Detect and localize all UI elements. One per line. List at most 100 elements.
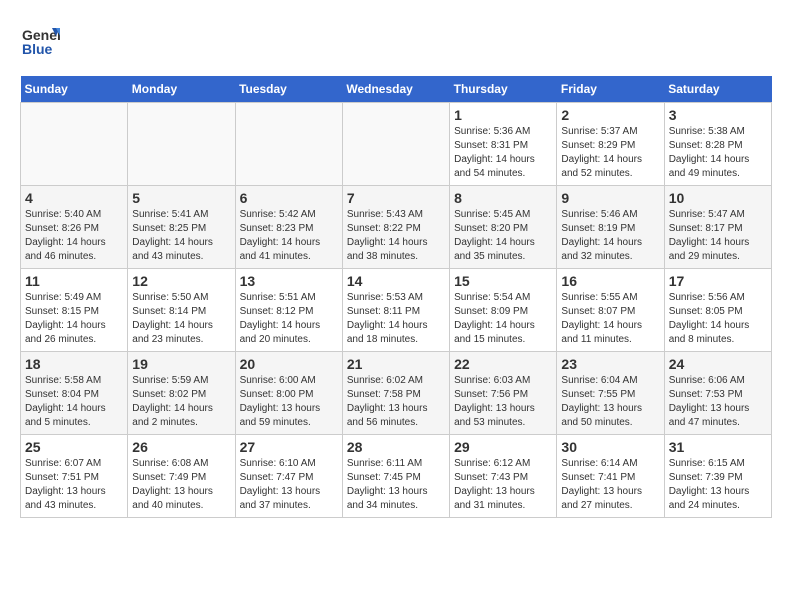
calendar-cell [235, 103, 342, 186]
day-info: Sunrise: 5:59 AM Sunset: 8:02 PM Dayligh… [132, 374, 230, 430]
calendar-cell: 5Sunrise: 5:41 AM Sunset: 8:25 PM Daylig… [128, 186, 235, 269]
day-number: 26 [132, 439, 230, 455]
weekday-header-wednesday: Wednesday [342, 76, 449, 103]
day-number: 6 [240, 190, 338, 206]
day-info: Sunrise: 5:55 AM Sunset: 8:07 PM Dayligh… [561, 291, 659, 347]
day-info: Sunrise: 5:51 AM Sunset: 8:12 PM Dayligh… [240, 291, 338, 347]
calendar-cell: 22 Sunrise: 6:03 AM Sunset: 7:56 PM Dayli… [450, 352, 557, 435]
day-info: Sunrise: 5:47 AM Sunset: 8:17 PM Dayligh… [669, 208, 767, 264]
calendar-cell: 10 Sunrise: 5:47 AM Sunset: 8:17 PM Dayli… [664, 186, 771, 269]
day-info: Sunrise: 5:38 AM Sunset: 8:28 PM Dayligh… [669, 125, 767, 181]
day-number: 2 [561, 107, 659, 123]
day-info: Sunrise: 5:40 AM Sunset: 8:26 PM Dayligh… [25, 208, 123, 264]
calendar-cell: 8 Sunrise: 5:45 AM Sunset: 8:20 PM Daylig… [450, 186, 557, 269]
day-info: Sunrise: 6:06 AM Sunset: 7:53 PM Dayligh… [669, 374, 767, 430]
calendar-cell: 27Sunrise: 6:10 AM Sunset: 7:47 PM Dayli… [235, 435, 342, 518]
day-info: Sunrise: 5:43 AM Sunset: 8:22 PM Dayligh… [347, 208, 445, 264]
day-info: Sunrise: 5:49 AM Sunset: 8:15 PM Dayligh… [25, 291, 123, 347]
day-number: 29 [454, 439, 552, 455]
calendar-cell: 24 Sunrise: 6:06 AM Sunset: 7:53 PM Dayli… [664, 352, 771, 435]
calendar-cell: 25Sunrise: 6:07 AM Sunset: 7:51 PM Dayli… [21, 435, 128, 518]
calendar-cell: 29 Sunrise: 6:12 AM Sunset: 7:43 PM Dayli… [450, 435, 557, 518]
day-number: 22 [454, 356, 552, 372]
day-info: Sunrise: 6:11 AM Sunset: 7:45 PM Dayligh… [347, 457, 445, 513]
day-number: 30 [561, 439, 659, 455]
calendar-week-4: 18Sunrise: 5:58 AM Sunset: 8:04 PM Dayli… [21, 352, 772, 435]
calendar-cell: 18Sunrise: 5:58 AM Sunset: 8:04 PM Dayli… [21, 352, 128, 435]
weekday-header-row: SundayMondayTuesdayWednesdayThursdayFrid… [21, 76, 772, 103]
calendar-cell: 20Sunrise: 6:00 AM Sunset: 8:00 PM Dayli… [235, 352, 342, 435]
calendar-cell: 15 Sunrise: 5:54 AM Sunset: 8:09 PM Dayli… [450, 269, 557, 352]
day-number: 28 [347, 439, 445, 455]
weekday-header-friday: Friday [557, 76, 664, 103]
calendar-cell [21, 103, 128, 186]
page-header: General Blue [20, 20, 772, 60]
day-number: 17 [669, 273, 767, 289]
weekday-header-tuesday: Tuesday [235, 76, 342, 103]
day-number: 5 [132, 190, 230, 206]
calendar-week-5: 25Sunrise: 6:07 AM Sunset: 7:51 PM Dayli… [21, 435, 772, 518]
calendar-body: 1 Sunrise: 5:36 AM Sunset: 8:31 PM Daylig… [21, 103, 772, 518]
day-info: Sunrise: 6:02 AM Sunset: 7:58 PM Dayligh… [347, 374, 445, 430]
calendar-week-2: 4Sunrise: 5:40 AM Sunset: 8:26 PM Daylig… [21, 186, 772, 269]
day-info: Sunrise: 5:53 AM Sunset: 8:11 PM Dayligh… [347, 291, 445, 347]
day-number: 15 [454, 273, 552, 289]
calendar-cell: 19 Sunrise: 5:59 AM Sunset: 8:02 PM Dayli… [128, 352, 235, 435]
logo-icon: General Blue [20, 20, 60, 60]
calendar-cell: 2 Sunrise: 5:37 AM Sunset: 8:29 PM Daylig… [557, 103, 664, 186]
weekday-header-monday: Monday [128, 76, 235, 103]
weekday-header-thursday: Thursday [450, 76, 557, 103]
day-number: 20 [240, 356, 338, 372]
calendar-cell: 13 Sunrise: 5:51 AM Sunset: 8:12 PM Dayli… [235, 269, 342, 352]
day-info: Sunrise: 5:58 AM Sunset: 8:04 PM Dayligh… [25, 374, 123, 430]
day-info: Sunrise: 5:36 AM Sunset: 8:31 PM Dayligh… [454, 125, 552, 181]
calendar-cell: 28 Sunrise: 6:11 AM Sunset: 7:45 PM Dayli… [342, 435, 449, 518]
day-info: Sunrise: 5:45 AM Sunset: 8:20 PM Dayligh… [454, 208, 552, 264]
day-number: 8 [454, 190, 552, 206]
day-number: 24 [669, 356, 767, 372]
calendar-cell: 17 Sunrise: 5:56 AM Sunset: 8:05 PM Dayli… [664, 269, 771, 352]
day-number: 27 [240, 439, 338, 455]
svg-text:Blue: Blue [22, 41, 53, 57]
day-number: 3 [669, 107, 767, 123]
calendar-cell [128, 103, 235, 186]
calendar-cell: 31 Sunrise: 6:15 AM Sunset: 7:39 PM Dayli… [664, 435, 771, 518]
day-info: Sunrise: 5:42 AM Sunset: 8:23 PM Dayligh… [240, 208, 338, 264]
day-info: Sunrise: 5:54 AM Sunset: 8:09 PM Dayligh… [454, 291, 552, 347]
day-number: 14 [347, 273, 445, 289]
day-number: 1 [454, 107, 552, 123]
day-number: 16 [561, 273, 659, 289]
calendar-cell: 21 Sunrise: 6:02 AM Sunset: 7:58 PM Dayli… [342, 352, 449, 435]
calendar-cell: 16 Sunrise: 5:55 AM Sunset: 8:07 PM Dayli… [557, 269, 664, 352]
day-number: 10 [669, 190, 767, 206]
day-info: Sunrise: 5:56 AM Sunset: 8:05 PM Dayligh… [669, 291, 767, 347]
day-info: Sunrise: 5:46 AM Sunset: 8:19 PM Dayligh… [561, 208, 659, 264]
calendar-cell: 9 Sunrise: 5:46 AM Sunset: 8:19 PM Daylig… [557, 186, 664, 269]
calendar-cell [342, 103, 449, 186]
calendar-table: SundayMondayTuesdayWednesdayThursdayFrid… [20, 76, 772, 518]
calendar-cell: 12Sunrise: 5:50 AM Sunset: 8:14 PM Dayli… [128, 269, 235, 352]
day-number: 7 [347, 190, 445, 206]
day-number: 9 [561, 190, 659, 206]
day-info: Sunrise: 6:12 AM Sunset: 7:43 PM Dayligh… [454, 457, 552, 513]
day-number: 19 [132, 356, 230, 372]
day-number: 23 [561, 356, 659, 372]
day-info: Sunrise: 6:03 AM Sunset: 7:56 PM Dayligh… [454, 374, 552, 430]
day-info: Sunrise: 6:15 AM Sunset: 7:39 PM Dayligh… [669, 457, 767, 513]
day-info: Sunrise: 5:37 AM Sunset: 8:29 PM Dayligh… [561, 125, 659, 181]
day-info: Sunrise: 6:14 AM Sunset: 7:41 PM Dayligh… [561, 457, 659, 513]
day-number: 31 [669, 439, 767, 455]
calendar-cell: 23 Sunrise: 6:04 AM Sunset: 7:55 PM Dayli… [557, 352, 664, 435]
day-number: 12 [132, 273, 230, 289]
day-number: 21 [347, 356, 445, 372]
calendar-cell: 11 Sunrise: 5:49 AM Sunset: 8:15 PM Dayli… [21, 269, 128, 352]
calendar-cell: 1 Sunrise: 5:36 AM Sunset: 8:31 PM Daylig… [450, 103, 557, 186]
day-info: Sunrise: 6:04 AM Sunset: 7:55 PM Dayligh… [561, 374, 659, 430]
calendar-header: SundayMondayTuesdayWednesdayThursdayFrid… [21, 76, 772, 103]
calendar-week-1: 1 Sunrise: 5:36 AM Sunset: 8:31 PM Daylig… [21, 103, 772, 186]
calendar-cell: 30 Sunrise: 6:14 AM Sunset: 7:41 PM Dayli… [557, 435, 664, 518]
day-number: 25 [25, 439, 123, 455]
day-number: 11 [25, 273, 123, 289]
day-number: 13 [240, 273, 338, 289]
calendar-cell: 6 Sunrise: 5:42 AM Sunset: 8:23 PM Daylig… [235, 186, 342, 269]
